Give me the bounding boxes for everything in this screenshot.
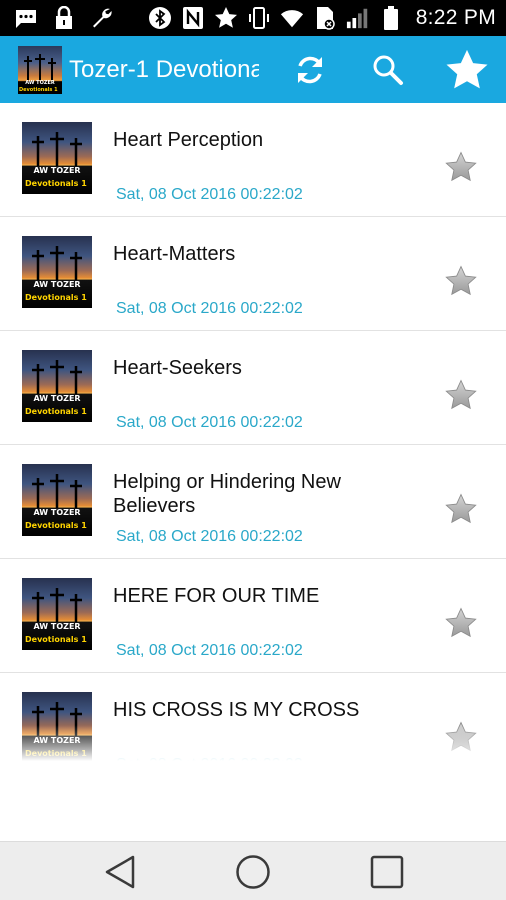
thumbnail-subtext: Devotionals 1 bbox=[25, 407, 87, 416]
recents-icon[interactable] bbox=[352, 842, 422, 900]
home-icon[interactable] bbox=[218, 842, 288, 900]
favorite-star-icon[interactable] bbox=[444, 150, 478, 184]
bluetooth-icon bbox=[148, 6, 172, 30]
thumbnail-text: AW TOZER bbox=[33, 280, 81, 289]
favorites-star-icon[interactable] bbox=[442, 36, 492, 103]
thumbnail-subtext: Devotionals 1 bbox=[25, 293, 87, 302]
devotional-title: HERE FOR OUR TIME bbox=[113, 585, 320, 607]
favorite-star-icon[interactable] bbox=[444, 492, 478, 526]
star-icon bbox=[214, 6, 238, 30]
devotional-title: Helping or Hindering New Believers bbox=[113, 471, 341, 517]
thumbnail-subtext: Devotionals 1 bbox=[25, 749, 87, 758]
navigation-bar bbox=[0, 841, 506, 900]
devotional-title: Heart-Seekers bbox=[113, 357, 242, 379]
wrench-icon bbox=[90, 6, 114, 30]
thumbnail-text: AW TOZER bbox=[33, 166, 81, 175]
devotional-date: Sat, 08 Oct 2016 00:22:02 bbox=[116, 414, 303, 431]
devotional-thumbnail: AW TOZER Devotionals 1 bbox=[22, 350, 92, 422]
app-screen: 8:22 PM AW TOZER Devotionals 1 Tozer-1 D… bbox=[0, 0, 506, 900]
app-logo-subtext: Devotionals 1 bbox=[19, 86, 58, 93]
thumbnail-text: AW TOZER bbox=[33, 622, 81, 631]
app-logo[interactable]: AW TOZER Devotionals 1 bbox=[18, 45, 62, 94]
devotional-title: Heart-Matters bbox=[113, 243, 236, 265]
search-icon[interactable] bbox=[366, 36, 410, 103]
devotional-list: AW TOZER Devotionals 1 Heart Perception … bbox=[0, 103, 506, 761]
devotional-date: Sat, 08 Oct 2016 00:22:02 bbox=[116, 528, 303, 545]
devotional-date: Sat, 08 Oct 2016 00:22:02 bbox=[116, 756, 303, 761]
nfc-icon bbox=[181, 6, 205, 30]
thumbnail-text: AW TOZER bbox=[33, 394, 81, 403]
devotional-date: Sat, 08 Oct 2016 00:22:02 bbox=[116, 300, 303, 317]
list-item[interactable]: AW TOZER Devotionals 1 HERE FOR OUR TIME… bbox=[0, 559, 506, 673]
thumbnail-text: AW TOZER bbox=[33, 736, 81, 745]
thumbnail-subtext: Devotionals 1 bbox=[25, 521, 87, 530]
thumbnail-text: AW TOZER bbox=[33, 508, 81, 517]
refresh-icon[interactable] bbox=[288, 36, 332, 103]
clock: 8:22 PM bbox=[415, 6, 496, 29]
list-item[interactable]: AW TOZER Devotionals 1 HIS CROSS IS MY C… bbox=[0, 673, 506, 761]
thumbnail-subtext: Devotionals 1 bbox=[25, 635, 87, 644]
devotional-title: Heart Perception bbox=[113, 129, 264, 151]
app-title: Tozer-1 Devotionals bbox=[69, 55, 259, 83]
list-item[interactable]: AW TOZER Devotionals 1 Helping or Hinder… bbox=[0, 445, 506, 559]
devotional-thumbnail: AW TOZER Devotionals 1 bbox=[22, 464, 92, 536]
sim-icon bbox=[313, 6, 337, 30]
thumbnail-subtext: Devotionals 1 bbox=[25, 179, 87, 188]
wifi-icon bbox=[280, 6, 304, 30]
devotional-thumbnail: AW TOZER Devotionals 1 bbox=[22, 236, 92, 308]
lock-icon bbox=[52, 6, 76, 30]
message-icon bbox=[14, 6, 38, 30]
favorite-star-icon[interactable] bbox=[444, 378, 478, 412]
vibrate-icon bbox=[247, 6, 271, 30]
app-bar: AW TOZER Devotionals 1 Tozer-1 Devotiona… bbox=[0, 36, 506, 103]
devotional-thumbnail: AW TOZER Devotionals 1 bbox=[22, 122, 92, 194]
signal-icon bbox=[346, 6, 370, 30]
app-logo-text: AW TOZER bbox=[25, 79, 55, 86]
favorite-star-icon[interactable] bbox=[444, 606, 478, 640]
devotional-thumbnail: AW TOZER Devotionals 1 bbox=[22, 692, 92, 761]
favorite-star-icon[interactable] bbox=[444, 264, 478, 298]
list-item[interactable]: AW TOZER Devotionals 1 Heart Perception … bbox=[0, 103, 506, 217]
devotional-title: HIS CROSS IS MY CROSS bbox=[113, 699, 360, 721]
devotional-thumbnail: AW TOZER Devotionals 1 bbox=[22, 578, 92, 650]
battery-icon bbox=[379, 6, 403, 30]
list-item[interactable]: AW TOZER Devotionals 1 Heart-Seekers Sat… bbox=[0, 331, 506, 445]
devotional-date: Sat, 08 Oct 2016 00:22:02 bbox=[116, 186, 303, 203]
back-icon[interactable] bbox=[85, 842, 155, 900]
favorite-star-icon[interactable] bbox=[444, 720, 478, 754]
list-item[interactable]: AW TOZER Devotionals 1 Heart-Matters Sat… bbox=[0, 217, 506, 331]
status-bar: 8:22 PM bbox=[0, 0, 506, 36]
devotional-date: Sat, 08 Oct 2016 00:22:02 bbox=[116, 642, 303, 659]
